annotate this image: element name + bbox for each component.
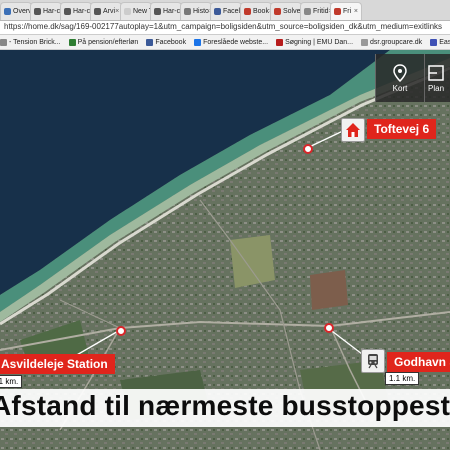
map-view-label: Kort <box>392 83 408 93</box>
plan-view-button[interactable]: Plan <box>424 54 450 102</box>
floorplan-icon <box>428 64 444 81</box>
tab-label: Arvi <box>103 8 116 15</box>
browser-tab[interactable]: Har-c× <box>60 2 92 20</box>
bookmark-favicon-icon <box>430 38 438 46</box>
tab-label: Book <box>253 8 269 15</box>
bookmark-item[interactable]: På pension/efterløn <box>68 38 139 46</box>
bookmark-label: Facebook <box>155 38 187 46</box>
station-distance: 1.1 km. <box>0 375 23 388</box>
tab-close-icon[interactable]: × <box>354 8 358 15</box>
bookmark-item[interactable]: dsr.groupcare.dk <box>361 38 423 46</box>
browser-tab-bar: Overv×Har-c×Har-c×Arvi×New Tab×Har-c×His… <box>0 0 450 21</box>
tab-label: Overv <box>13 8 32 15</box>
bookmark-item[interactable]: EasyIQ Skol <box>430 38 450 46</box>
bookmark-item[interactable]: - Tension Brick... <box>0 38 61 46</box>
tab-favicon-icon <box>154 8 161 15</box>
station-label[interactable]: Asvildeleje Station <box>0 354 115 374</box>
tab-favicon-icon <box>4 8 11 15</box>
browser-tab[interactable]: Fri × <box>330 2 362 20</box>
tab-label: Har-c <box>163 8 181 15</box>
tab-favicon-icon <box>94 8 101 15</box>
home-marker[interactable] <box>341 118 365 142</box>
tab-label: Histo <box>193 8 209 15</box>
browser-tab[interactable]: Arvi × <box>90 2 122 20</box>
browser-tab[interactable]: Overv× <box>0 2 32 20</box>
tab-label: Fri <box>343 8 352 15</box>
bus-stop-label[interactable]: Godhavn S <box>387 352 450 372</box>
browser-tab[interactable]: Fritid× <box>300 2 332 20</box>
home-address-label[interactable]: Toftevej 6 <box>367 119 437 139</box>
bus-stop-distance: 1.1 km. <box>385 372 420 385</box>
browser-tab[interactable]: Har-c× <box>30 2 62 20</box>
bookmark-item[interactable]: Facebook <box>146 38 187 46</box>
bookmark-favicon-icon <box>68 38 76 46</box>
distance-caption-banner: Afstand til nærmeste busstoppested er 0 … <box>0 389 450 427</box>
bookmark-favicon-icon <box>194 38 202 46</box>
browser-tab[interactable]: Har-c× <box>150 2 182 20</box>
bookmark-label: EasyIQ Skol <box>439 38 450 46</box>
url-text[interactable]: https://home.dk/sag/169-002177autoplay=1… <box>4 22 442 31</box>
browser-tab[interactable]: Book× <box>240 2 272 20</box>
bookmark-item[interactable]: Søgning | EMU Dan... <box>276 38 354 46</box>
bookmark-favicon-icon <box>276 38 284 46</box>
bookmark-favicon-icon <box>361 38 369 46</box>
browser-tab[interactable]: Solve× <box>270 2 302 20</box>
train-icon <box>368 354 378 369</box>
bookmark-label: På pension/efterløn <box>77 38 139 46</box>
map-pin-icon <box>393 63 407 82</box>
browser-tab[interactable]: Facel× <box>210 2 242 20</box>
tab-favicon-icon <box>334 8 341 15</box>
tab-close-icon[interactable]: × <box>115 8 119 15</box>
plan-view-label: Plan <box>428 83 445 93</box>
tab-favicon-icon <box>274 8 281 15</box>
bus-stop-marker[interactable] <box>361 349 385 373</box>
bookmark-label: dsr.groupcare.dk <box>370 38 423 46</box>
tab-label: Facel <box>223 8 241 15</box>
bus-location-dot[interactable] <box>324 323 334 333</box>
map-view-controls: Kort Plan <box>375 54 450 102</box>
bookmark-favicon-icon <box>146 38 154 46</box>
bookmark-label: Foreslåede webste... <box>203 38 269 46</box>
tab-favicon-icon <box>34 8 41 15</box>
tab-label: Solve <box>283 8 301 15</box>
home-location-dot[interactable] <box>303 144 313 154</box>
map-view-button[interactable]: Kort <box>375 54 424 102</box>
bookmark-label: - Tension Brick... <box>9 38 61 46</box>
tab-favicon-icon <box>214 8 221 15</box>
station-location-dot[interactable] <box>116 326 126 336</box>
tab-label: Har-c <box>73 8 91 15</box>
tab-favicon-icon <box>64 8 71 15</box>
bookmarks-bar: - Tension Brick... På pension/efterløn Fac… <box>0 35 450 50</box>
bookmark-item[interactable]: Foreslåede webste... <box>194 38 269 46</box>
bookmark-label: Søgning | EMU Dan... <box>285 38 354 46</box>
tab-favicon-icon <box>184 8 191 15</box>
tab-label: Har-c <box>43 8 61 15</box>
browser-tab[interactable]: Histo× <box>180 2 212 20</box>
house-icon <box>346 123 360 137</box>
browser-tab[interactable]: New Tab× <box>120 2 152 20</box>
tab-favicon-icon <box>244 8 251 15</box>
tab-favicon-icon <box>304 8 311 15</box>
tab-label: Fritid <box>313 8 329 15</box>
distance-caption-text: Afstand til nærmeste busstoppested er 0 … <box>0 390 450 421</box>
address-bar[interactable]: https://home.dk/sag/169-002177autoplay=1… <box>0 21 450 35</box>
aerial-map[interactable]: Kort Plan Toftevej 6 Asvildeleje Station… <box>0 50 450 450</box>
tab-favicon-icon <box>124 8 131 15</box>
bookmark-favicon-icon <box>0 38 7 46</box>
